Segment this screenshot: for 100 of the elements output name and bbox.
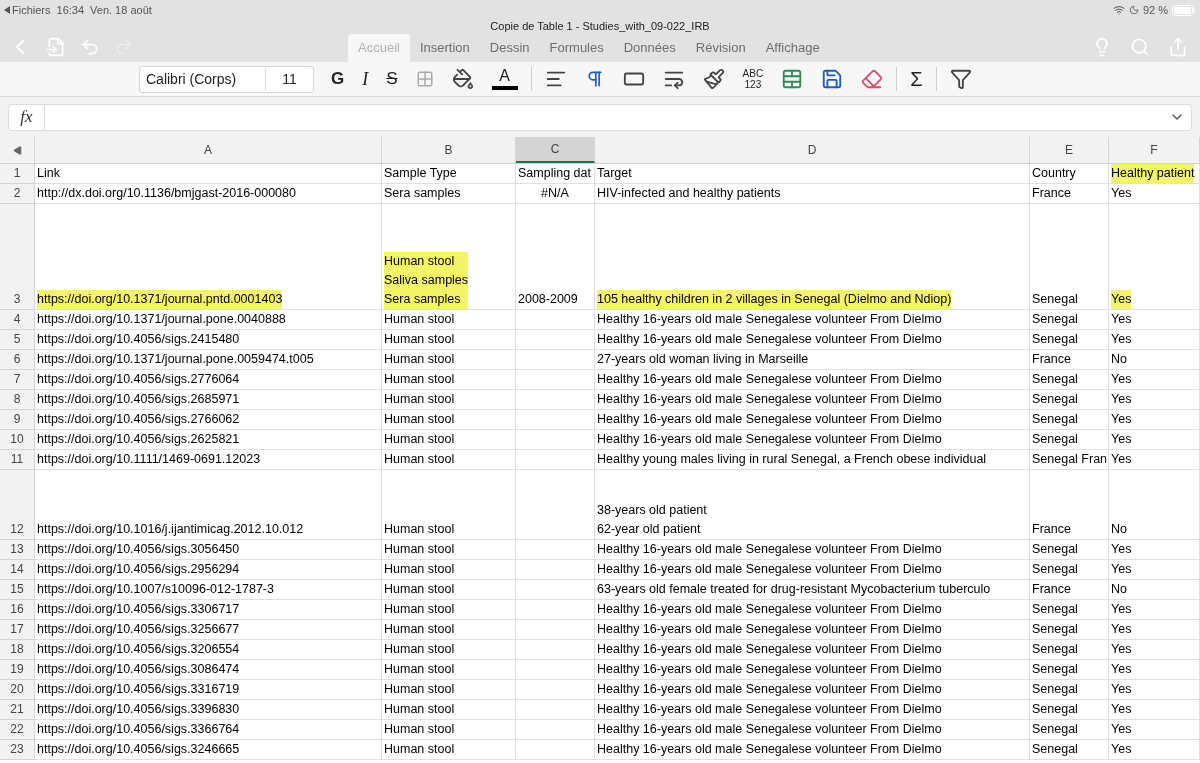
table-cell-text: Yes bbox=[1111, 701, 1132, 718]
table-cell-text: https://doi.org/10.4056/sigs.3396830 bbox=[37, 701, 240, 718]
moon-icon bbox=[1128, 5, 1139, 15]
table-cell-text: Senegal bbox=[1032, 391, 1078, 408]
table-cell: Human stool Saliva samples Sera samples bbox=[384, 252, 469, 309]
table-cell-text: Human stool bbox=[384, 701, 455, 718]
row-number[interactable]: 1 bbox=[0, 164, 35, 184]
table-cell-text: https://doi.org/10.1016/j.ijantimicag.2012.10.012 bbox=[37, 521, 304, 538]
row-number[interactable]: 17 bbox=[0, 620, 35, 640]
table-cell-text: Human stool bbox=[384, 331, 455, 348]
table-cell-text: No bbox=[1111, 581, 1127, 598]
column-header[interactable]: D bbox=[595, 137, 1030, 163]
table-cell: 105 healthy children in 2 villages in Senegal (Dielmo and Ndiop) bbox=[597, 290, 952, 309]
table-cell-text: Yes bbox=[1111, 661, 1132, 678]
font-color-button[interactable]: A bbox=[482, 63, 527, 95]
table-cell-text: Yes bbox=[1111, 621, 1132, 638]
row-number[interactable]: 20 bbox=[0, 680, 35, 700]
row-number[interactable]: 16 bbox=[0, 600, 35, 620]
table-cell-text: 2008-2009 bbox=[518, 291, 578, 308]
ribbon-tab[interactable]: Formules bbox=[539, 34, 614, 62]
column-header[interactable]: E bbox=[1030, 137, 1109, 163]
font-field[interactable]: Calibri (Corps) 11 bbox=[139, 65, 314, 93]
row-number[interactable]: 21 bbox=[0, 700, 35, 720]
row-number[interactable]: 15 bbox=[0, 580, 35, 600]
row-number[interactable]: 7 bbox=[0, 370, 35, 390]
italic-button[interactable]: I bbox=[353, 64, 378, 94]
table-cell-text: Human stool bbox=[384, 411, 455, 428]
table-cell-text: Yes bbox=[1111, 331, 1132, 348]
table-cell-text: Yes bbox=[1111, 431, 1132, 448]
table-cell-text: Healthy 16-years old male Senegalese volunteer From Dielmo bbox=[597, 681, 942, 698]
table-cell-text: Healthy 16-years old male Senegalese volunteer From Dielmo bbox=[597, 661, 942, 678]
row-number[interactable]: 6 bbox=[0, 350, 35, 370]
table-cell-text: 27-years old woman living in Marseille bbox=[597, 351, 809, 368]
table-cell-text: Senegal bbox=[1032, 371, 1078, 388]
row-number[interactable]: 22 bbox=[0, 720, 35, 740]
column-header[interactable]: A bbox=[35, 137, 382, 163]
table-cell-text: Target bbox=[597, 165, 632, 182]
table-cell-text: #N/A bbox=[541, 185, 569, 202]
row-number[interactable]: 14 bbox=[0, 560, 35, 580]
table-cell-text: Human stool bbox=[384, 561, 455, 578]
table-cell-text: http://dx.doi.org/10.1136/bmjgast-2016-000080 bbox=[37, 185, 296, 202]
row-number[interactable]: 23 bbox=[0, 740, 35, 760]
table-cell-text: Senegal bbox=[1032, 741, 1078, 758]
row-number[interactable]: 18 bbox=[0, 640, 35, 660]
row-number[interactable]: 19 bbox=[0, 660, 35, 680]
table-cell-text: Yes bbox=[1111, 391, 1132, 408]
table-cell-text: Human stool bbox=[384, 721, 455, 738]
table-cell-text: Sampling dat bbox=[518, 165, 591, 182]
ribbon-tab[interactable]: Insertion bbox=[409, 34, 480, 62]
ribbon-tab[interactable]: Révision bbox=[685, 34, 756, 62]
row-number[interactable]: 10 bbox=[0, 430, 35, 450]
table-cell-text: https://doi.org/10.4056/sigs.3256677 bbox=[37, 621, 240, 638]
ribbon-tab[interactable]: Données bbox=[613, 34, 686, 62]
formula-field[interactable]: fx bbox=[8, 103, 1192, 131]
column-header[interactable]: C bbox=[516, 137, 595, 163]
strikethrough-button[interactable]: S bbox=[377, 64, 407, 94]
table-cell-text: Human stool bbox=[384, 311, 455, 328]
table-cell-text: Senegal bbox=[1032, 721, 1078, 738]
table-cell-text: Senegal Fran bbox=[1032, 451, 1108, 468]
table-cell-text: Yes bbox=[1111, 741, 1132, 758]
table-cell-text: Yes bbox=[1111, 311, 1132, 328]
table-cell-text: Country bbox=[1032, 165, 1076, 182]
table-cell-text: Senegal bbox=[1032, 681, 1078, 698]
table-cell-text: Senegal bbox=[1032, 661, 1078, 678]
table-cell-text: Healthy 16-years old male Senegalese volunteer From Dielmo bbox=[597, 601, 942, 618]
select-all-icon[interactable] bbox=[12, 145, 22, 155]
table-cell-text: https://doi.org/10.4056/sigs.3316719 bbox=[37, 681, 240, 698]
battery-icon bbox=[1172, 4, 1196, 16]
table-cell-text: Yes bbox=[1111, 541, 1132, 558]
table-cell-text: Human stool bbox=[384, 451, 455, 468]
sum-button[interactable]: Σ bbox=[901, 64, 932, 94]
table-cell-text: https://doi.org/10.4056/sigs.3086474 bbox=[37, 661, 240, 678]
table-cell-text: Link bbox=[37, 165, 60, 182]
table-cell-text: Human stool bbox=[384, 541, 455, 558]
table-cell-text: Yes bbox=[1111, 721, 1132, 738]
ribbon-tab[interactable]: Affichage bbox=[755, 34, 830, 62]
row-number[interactable]: 8 bbox=[0, 390, 35, 410]
row-number[interactable]: 13 bbox=[0, 540, 35, 560]
bold-button[interactable]: G bbox=[322, 64, 354, 94]
row-number[interactable]: 3 bbox=[0, 204, 35, 310]
table-cell-text: Healthy 16-years old male Senegalese volunteer From Dielmo bbox=[597, 641, 942, 658]
row-number[interactable]: 11 bbox=[0, 450, 35, 470]
row-number[interactable]: 9 bbox=[0, 410, 35, 430]
back-label[interactable]: Fichiers bbox=[4, 1, 51, 19]
table-cell-text: https://doi.org/10.4056/sigs.3366764 bbox=[37, 721, 240, 738]
column-header[interactable]: F bbox=[1109, 137, 1200, 163]
ribbon-tab[interactable]: Dessin bbox=[479, 34, 540, 62]
document-title: Copie de Table 1 - Studies_with_09-022_IRB bbox=[490, 20, 710, 32]
table-cell-text: Human stool bbox=[384, 641, 455, 658]
number-format-button[interactable]: ABC 123 bbox=[733, 64, 773, 94]
table-cell-text: France bbox=[1032, 521, 1071, 538]
row-number[interactable]: 5 bbox=[0, 330, 35, 350]
row-number[interactable]: 4 bbox=[0, 310, 35, 330]
row-number[interactable]: 12 bbox=[0, 470, 35, 540]
row-number[interactable]: 2 bbox=[0, 184, 35, 204]
table-cell-text: No bbox=[1111, 351, 1127, 368]
table-cell-text: https://doi.org/10.4056/sigs.3306717 bbox=[37, 601, 240, 618]
table-cell-text: Senegal bbox=[1032, 621, 1078, 638]
table-cell-text: France bbox=[1032, 185, 1071, 202]
table-cell-text: https://doi.org/10.4056/sigs.2685971 bbox=[37, 391, 240, 408]
